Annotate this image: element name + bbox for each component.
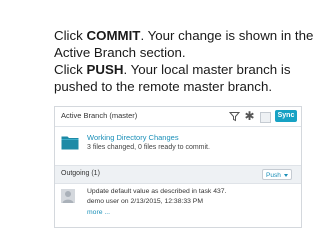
avatar bbox=[61, 189, 75, 203]
instruction-text: Click COMMIT. Your change is shown in th… bbox=[54, 27, 316, 95]
more-link[interactable]: more ... bbox=[87, 209, 110, 216]
push-button[interactable]: Push bbox=[262, 169, 292, 180]
commit-keyword: COMMIT bbox=[86, 28, 141, 43]
working-directory-changes[interactable]: Working Directory Changes 3 files change… bbox=[55, 127, 301, 163]
active-branch-panel: Active Branch (master) ✱ Sync Working Di… bbox=[54, 106, 302, 228]
asterisk-icon[interactable]: ✱ bbox=[244, 110, 255, 122]
working-directory-title[interactable]: Working Directory Changes bbox=[87, 133, 179, 142]
panel-title: Active Branch (master) bbox=[61, 111, 138, 120]
square-icon[interactable] bbox=[260, 112, 271, 123]
commit-author-date: demo user on 2/13/2015, 12:38:33 PM bbox=[87, 198, 204, 205]
working-directory-summary: 3 files changed, 0 files ready to commit… bbox=[87, 144, 210, 151]
sync-button[interactable]: Sync bbox=[275, 110, 297, 122]
push-keyword: PUSH bbox=[86, 62, 124, 77]
panel-header: Active Branch (master) ✱ Sync bbox=[55, 107, 301, 127]
push-button-label: Push bbox=[266, 172, 281, 179]
filter-icon[interactable] bbox=[229, 111, 240, 122]
outgoing-label: Outgoing (1) bbox=[61, 170, 100, 177]
folder-icon bbox=[61, 136, 79, 150]
instruction-push: Click PUSH. Your local master branch is … bbox=[54, 62, 291, 94]
outgoing-commit[interactable]: Update default value as described in tas… bbox=[55, 185, 301, 225]
outgoing-section-header: Outgoing (1) Push bbox=[55, 165, 301, 184]
instruction-commit: Click COMMIT. Your change is shown in th… bbox=[54, 28, 314, 60]
chevron-down-icon bbox=[284, 174, 288, 177]
commit-message: Update default value as described in tas… bbox=[87, 188, 227, 195]
